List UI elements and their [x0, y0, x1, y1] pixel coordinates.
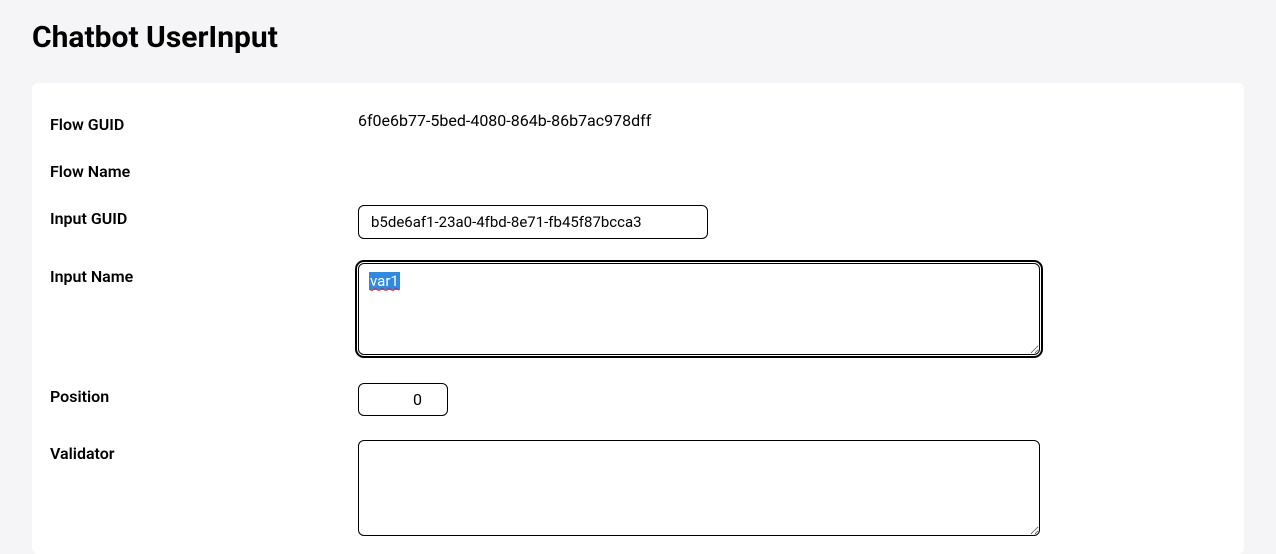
row-input-guid: Input GUID: [50, 205, 1226, 239]
row-position: Position: [50, 383, 1226, 416]
form-card: Flow GUID 6f0e6b77-5bed-4080-864b-86b7ac…: [32, 83, 1244, 554]
label-validator: Validator: [50, 440, 358, 463]
row-flow-name: Flow Name: [50, 158, 1226, 181]
label-flow-name: Flow Name: [50, 158, 358, 181]
label-position: Position: [50, 383, 358, 406]
input-name-field[interactable]: [358, 263, 1040, 355]
label-input-name: Input Name: [50, 263, 358, 286]
label-flow-guid: Flow GUID: [50, 111, 358, 134]
label-input-guid: Input GUID: [50, 205, 358, 228]
position-field[interactable]: [358, 383, 448, 416]
validator-field[interactable]: [358, 440, 1040, 536]
row-validator: Validator: [50, 440, 1226, 536]
row-input-name: Input Name var1: [50, 263, 1226, 359]
row-flow-guid: Flow GUID 6f0e6b77-5bed-4080-864b-86b7ac…: [50, 111, 1226, 134]
value-flow-guid: 6f0e6b77-5bed-4080-864b-86b7ac978dff: [358, 111, 651, 130]
input-guid-field[interactable]: [358, 205, 708, 239]
page-title: Chatbot UserInput: [32, 20, 1244, 55]
